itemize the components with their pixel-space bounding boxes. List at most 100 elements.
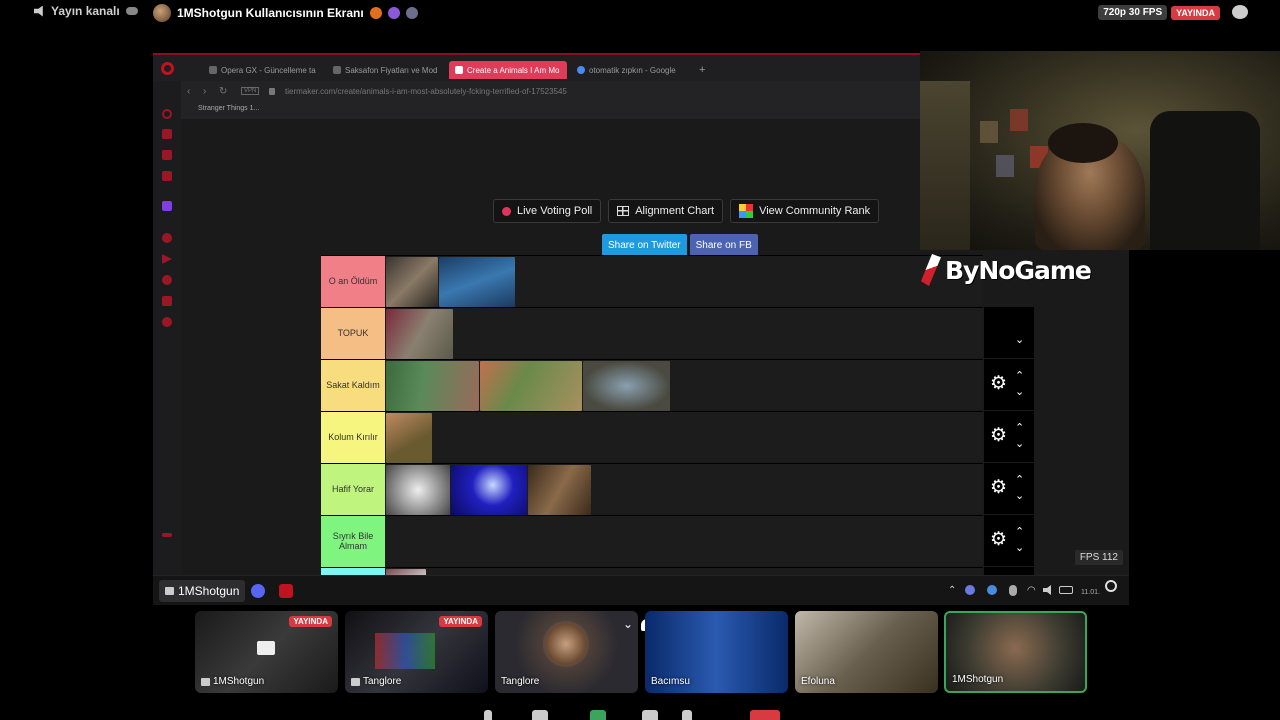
tier-row: Sıyrık Bile Almam bbox=[321, 515, 983, 567]
tier-label[interactable]: Kolum Kırılır bbox=[321, 412, 385, 463]
tier-label[interactable]: Hafif Yorar bbox=[321, 464, 385, 515]
timer-icon[interactable] bbox=[162, 275, 172, 285]
zoom-icon[interactable] bbox=[1105, 580, 1117, 592]
tier-image[interactable] bbox=[451, 465, 527, 515]
tray-chevron-icon[interactable]: ⌃ bbox=[948, 585, 956, 596]
mic-icon[interactable] bbox=[484, 710, 492, 720]
clock-icon[interactable] bbox=[162, 233, 172, 243]
url-input[interactable]: tiermaker.com/create/animals-i-am-most-a… bbox=[285, 87, 567, 96]
webcam-shelf bbox=[920, 81, 970, 250]
move-up-icon[interactable]: ⌃ bbox=[1015, 473, 1024, 486]
opera-logo-icon[interactable] bbox=[161, 62, 174, 75]
tier-image[interactable] bbox=[386, 257, 438, 307]
discord-icon[interactable] bbox=[251, 584, 265, 598]
move-down-icon[interactable]: ⌄ bbox=[1015, 333, 1024, 346]
twitch-icon[interactable] bbox=[162, 201, 172, 211]
share-twitter-button[interactable]: Share on Twitter bbox=[602, 234, 687, 257]
move-down-icon[interactable]: ⌄ bbox=[1015, 489, 1024, 502]
activity-icon[interactable] bbox=[642, 710, 658, 720]
disconnect-icon[interactable] bbox=[750, 710, 780, 720]
tier-row: TOPUK bbox=[321, 307, 983, 359]
participant-tile[interactable]: Efoluna bbox=[795, 611, 938, 693]
tier-image[interactable] bbox=[528, 465, 591, 515]
mic-icon[interactable] bbox=[1009, 585, 1017, 596]
cube-icon[interactable] bbox=[162, 296, 172, 306]
back-icon[interactable]: ‹ bbox=[187, 86, 190, 97]
tier-label[interactable]: Sıyrık Bile Almam bbox=[321, 516, 385, 567]
browser-tab-active[interactable]: Create a Animals I Am Mo bbox=[449, 61, 567, 79]
gear-icon[interactable]: ⚙ bbox=[990, 426, 1008, 445]
screen-share-icon bbox=[257, 641, 275, 655]
participant-tile[interactable]: Bacımsu bbox=[645, 611, 788, 693]
participant-name: Tanglore bbox=[501, 676, 539, 687]
history-icon[interactable] bbox=[162, 109, 172, 119]
button-label: Alignment Chart bbox=[635, 205, 715, 217]
tier-label[interactable]: TOPUK bbox=[321, 308, 385, 359]
tier-image[interactable] bbox=[386, 309, 453, 359]
move-down-icon[interactable]: ⌄ bbox=[1015, 385, 1024, 398]
battery-icon[interactable] bbox=[1059, 586, 1073, 594]
live-voting-poll-button[interactable]: Live Voting Poll bbox=[493, 199, 602, 223]
tier-image[interactable] bbox=[386, 413, 432, 463]
bookmark-item[interactable]: Stranger Things 1... bbox=[198, 105, 259, 112]
camera-icon[interactable] bbox=[532, 710, 548, 720]
browser-tab[interactable]: Opera GX - Güncelleme ta bbox=[203, 61, 323, 79]
channel-label[interactable]: Yayın kanalı bbox=[34, 4, 138, 18]
tray-app-icon[interactable] bbox=[987, 585, 997, 595]
browser-tab[interactable]: otomatik zıpkın - Google bbox=[571, 61, 691, 79]
tray-app-icon[interactable] bbox=[965, 585, 975, 595]
tier-image[interactable] bbox=[480, 361, 582, 411]
move-up-icon[interactable]: ⌃ bbox=[1015, 525, 1024, 538]
forward-icon[interactable]: › bbox=[203, 86, 206, 97]
tier-image[interactable] bbox=[386, 465, 450, 515]
tier-label[interactable]: O an Öldüm bbox=[321, 256, 385, 307]
participant-name: Tanglore bbox=[351, 676, 401, 687]
participant-tile-speaking[interactable]: 1MShotgun bbox=[944, 611, 1087, 693]
tier-image[interactable] bbox=[439, 257, 515, 307]
participant-tile[interactable]: Tanglore bbox=[495, 611, 638, 693]
tier-controls: ⚙ ⌃ ⌄ bbox=[984, 359, 1034, 410]
mosaic-icon bbox=[739, 204, 754, 218]
settings-icon[interactable] bbox=[162, 317, 172, 327]
volume-icon[interactable] bbox=[1043, 585, 1051, 595]
more-icon[interactable] bbox=[162, 533, 172, 537]
view-community-rank-button[interactable]: View Community Rank bbox=[730, 199, 880, 223]
player-icon[interactable] bbox=[162, 171, 172, 181]
new-tab-icon[interactable]: + bbox=[693, 61, 709, 79]
participant-name-text: Tanglore bbox=[363, 676, 402, 687]
live-dot-icon bbox=[502, 206, 511, 216]
tier-image[interactable] bbox=[386, 361, 479, 411]
opera-icon[interactable] bbox=[279, 584, 293, 598]
participant-tile[interactable]: YAYINDA Tanglore bbox=[345, 611, 488, 693]
collapse-chevron-icon[interactable]: ⌄ bbox=[623, 617, 633, 631]
play-icon[interactable] bbox=[162, 254, 172, 264]
taskbar-app-chip[interactable]: 1MShotgun bbox=[159, 580, 246, 602]
share-fb-button[interactable]: Share on FB bbox=[689, 234, 758, 257]
move-down-icon[interactable]: ⌄ bbox=[1015, 541, 1024, 554]
tier-label[interactable]: Sakat Kaldım bbox=[321, 360, 385, 411]
screen-share-icon[interactable] bbox=[590, 710, 606, 720]
tier-row: O an Öldüm bbox=[321, 255, 983, 307]
soundboard-icon[interactable] bbox=[682, 710, 692, 720]
stream-badges: 720p 30 FPS YAYINDA bbox=[1098, 5, 1220, 20]
tier-image[interactable] bbox=[583, 361, 670, 411]
participant-tile[interactable]: YAYINDA 1MShotgun bbox=[195, 611, 338, 693]
wifi-icon[interactable]: ◠ bbox=[1027, 585, 1036, 596]
button-label: View Community Rank bbox=[759, 205, 871, 217]
gear-icon[interactable]: ⚙ bbox=[990, 374, 1008, 393]
gear-icon[interactable]: ⚙ bbox=[990, 478, 1008, 497]
move-down-icon[interactable]: ⌄ bbox=[1015, 437, 1024, 450]
move-up-icon[interactable]: ⌃ bbox=[1015, 421, 1024, 434]
reload-icon[interactable]: ↻ bbox=[219, 86, 227, 97]
gear-icon[interactable]: ⚙ bbox=[990, 530, 1008, 549]
move-up-icon[interactable]: ⌃ bbox=[1015, 369, 1024, 382]
participant-name: 1MShotgun bbox=[952, 674, 1003, 685]
tab-label: Create a Animals I Am Mo bbox=[467, 65, 560, 75]
alignment-chart-button[interactable]: Alignment Chart bbox=[608, 199, 724, 223]
monitor-icon bbox=[351, 677, 360, 686]
tv-icon[interactable] bbox=[162, 150, 172, 160]
bag-icon[interactable] bbox=[162, 129, 172, 139]
vpn-badge[interactable]: VPN bbox=[241, 87, 260, 95]
chat-icon[interactable] bbox=[1232, 5, 1248, 19]
browser-tab[interactable]: Saksafon Fiyatları ve Mod bbox=[327, 61, 445, 79]
